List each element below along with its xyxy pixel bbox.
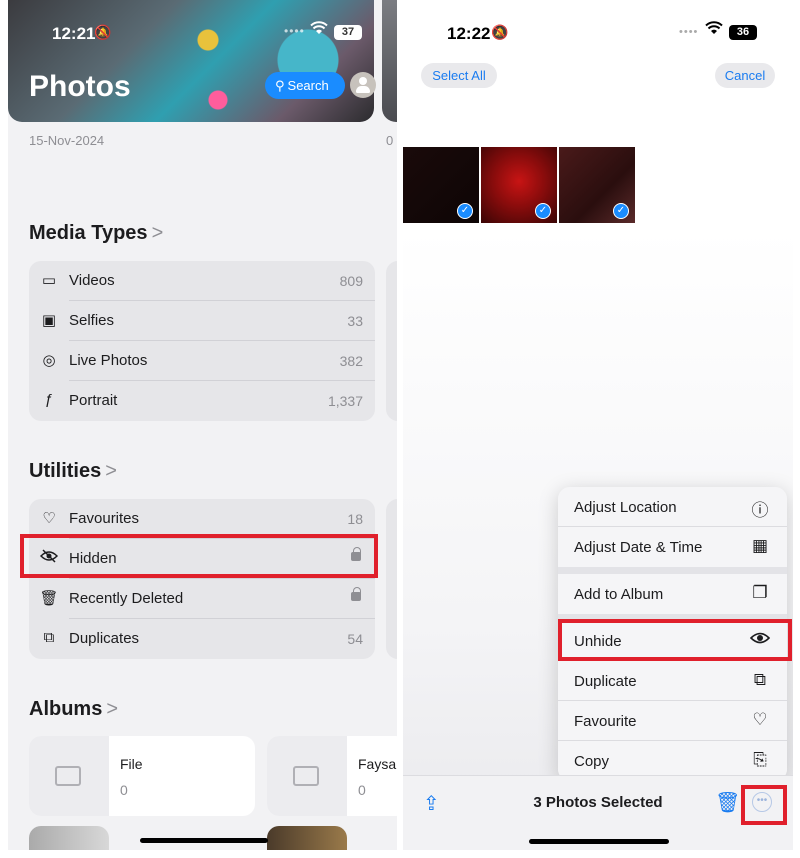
menu-item-adjust-date-time[interactable]: Adjust Date & Time ▦ [558, 527, 787, 574]
list-item-selfies[interactable]: ▣ Selfies 33 [29, 301, 375, 341]
location-info-icon: ⓘ [751, 501, 769, 520]
search-button[interactable]: ⚲ Search [265, 72, 345, 99]
chevron-right-icon: > [151, 222, 164, 244]
photo-selection-panel: 12:22 🔕 •••• 36 Select All Cancel ✓ ✓ ✓ … [403, 0, 793, 850]
context-menu: Adjust Location ⓘ Adjust Date & Time ▦ A… [558, 487, 787, 781]
silent-bell-icon: 🔕 [94, 24, 112, 40]
checkmark-icon: ✓ [613, 203, 629, 219]
wifi-icon [310, 20, 328, 40]
photo-thumbnail[interactable]: ✓ [481, 147, 557, 223]
signal-dots-icon: •••• [679, 26, 699, 38]
utilities-next-card [386, 499, 397, 659]
trash-icon: 🗑 [39, 590, 59, 607]
silent-bell-icon: 🔕 [491, 24, 509, 40]
portrait-icon: ƒ [44, 391, 54, 408]
home-indicator [140, 838, 268, 843]
status-time: 12:21 [52, 24, 96, 43]
photo-thumbnail[interactable]: ✓ [403, 147, 479, 223]
album-card-faysal[interactable]: Faysal 0 [267, 736, 397, 816]
list-item-favourites[interactable]: ♡ Favourites 18 [29, 499, 375, 539]
list-item-videos[interactable]: ▭ Videos 809 [29, 261, 375, 301]
status-time: 12:22 [447, 24, 491, 43]
menu-item-add-to-album[interactable]: Add to Album ❐ [558, 574, 787, 621]
list-item-portrait[interactable]: ƒ Portrait 1,337 [29, 381, 375, 421]
copy-icon: ⎘ [753, 750, 767, 769]
battery-icon: 36 [729, 25, 757, 40]
featured-photo-next[interactable] [382, 0, 397, 122]
banner-date-next: 0 [386, 133, 394, 148]
list-item-live-photos[interactable]: ◎ Live Photos 382 [29, 341, 375, 381]
media-types-heading[interactable]: Media Types > [29, 222, 163, 245]
photo-thumbnail[interactable]: ✓ [559, 147, 635, 223]
calendar-icon: ▦ [751, 536, 769, 555]
list-item-duplicates[interactable]: ⧉ Duplicates 54 [29, 619, 375, 659]
search-icon: ⚲ [275, 78, 285, 93]
wifi-icon [705, 20, 723, 40]
more-options-icon[interactable]: ••• [752, 792, 772, 812]
duplicate-icon: ⧉ [753, 670, 767, 689]
select-all-button[interactable]: Select All [421, 63, 497, 88]
heart-icon: ♡ [42, 510, 56, 527]
video-icon: ▭ [41, 272, 57, 289]
add-album-icon: ❐ [752, 583, 768, 602]
chevron-right-icon: > [106, 698, 119, 720]
eye-icon [749, 630, 771, 650]
menu-item-favourite[interactable]: Favourite ♡ [558, 701, 787, 741]
album-card-file[interactable]: File 0 [29, 736, 255, 816]
list-item-recently-deleted[interactable]: 🗑 Recently Deleted [29, 579, 375, 619]
cancel-button[interactable]: Cancel [715, 63, 775, 88]
search-label: Search [287, 78, 329, 93]
albums-heading[interactable]: Albums > [29, 698, 118, 721]
battery-icon: 37 [334, 25, 362, 40]
chevron-right-icon: > [105, 460, 117, 482]
media-types-list: ▭ Videos 809 ▣ Selfies 33 ◎ Live Photos … [29, 261, 375, 421]
duplicate-icon: ⧉ [43, 629, 55, 646]
live-photo-icon: ◎ [42, 352, 56, 369]
menu-item-adjust-location[interactable]: Adjust Location ⓘ [558, 487, 787, 527]
trash-icon[interactable]: 🗑 [715, 790, 740, 815]
signal-dots-icon: •••• [284, 24, 305, 38]
album-placeholder-icon [267, 736, 347, 816]
lock-icon [351, 587, 361, 601]
eye-slash-icon [39, 549, 59, 567]
heart-icon: ♡ [752, 710, 768, 729]
photos-library-panel: 12:21 🔕 •••• 37 Photos ⚲ Search 15-Nov-20… [8, 0, 397, 850]
lock-icon [351, 547, 361, 561]
list-item-hidden[interactable]: Hidden [29, 539, 375, 579]
checkmark-icon: ✓ [535, 203, 551, 219]
checkmark-icon: ✓ [457, 203, 473, 219]
home-indicator [529, 839, 669, 844]
menu-item-unhide[interactable]: Unhide [558, 621, 787, 661]
media-types-next-card [386, 261, 397, 421]
album-card-thumb-3[interactable] [29, 826, 109, 850]
utilities-heading[interactable]: Utilities > [29, 460, 117, 483]
album-card-thumb-4[interactable] [267, 826, 347, 850]
selfie-icon: ▣ [41, 312, 57, 329]
menu-item-duplicate[interactable]: Duplicate ⧉ [558, 661, 787, 701]
album-placeholder-icon [29, 736, 109, 816]
page-title: Photos [29, 70, 131, 103]
avatar[interactable] [350, 72, 376, 98]
utilities-list: ♡ Favourites 18 Hidden 🗑 Recently Delete… [29, 499, 375, 659]
banner-date: 15-Nov-2024 [29, 133, 105, 148]
